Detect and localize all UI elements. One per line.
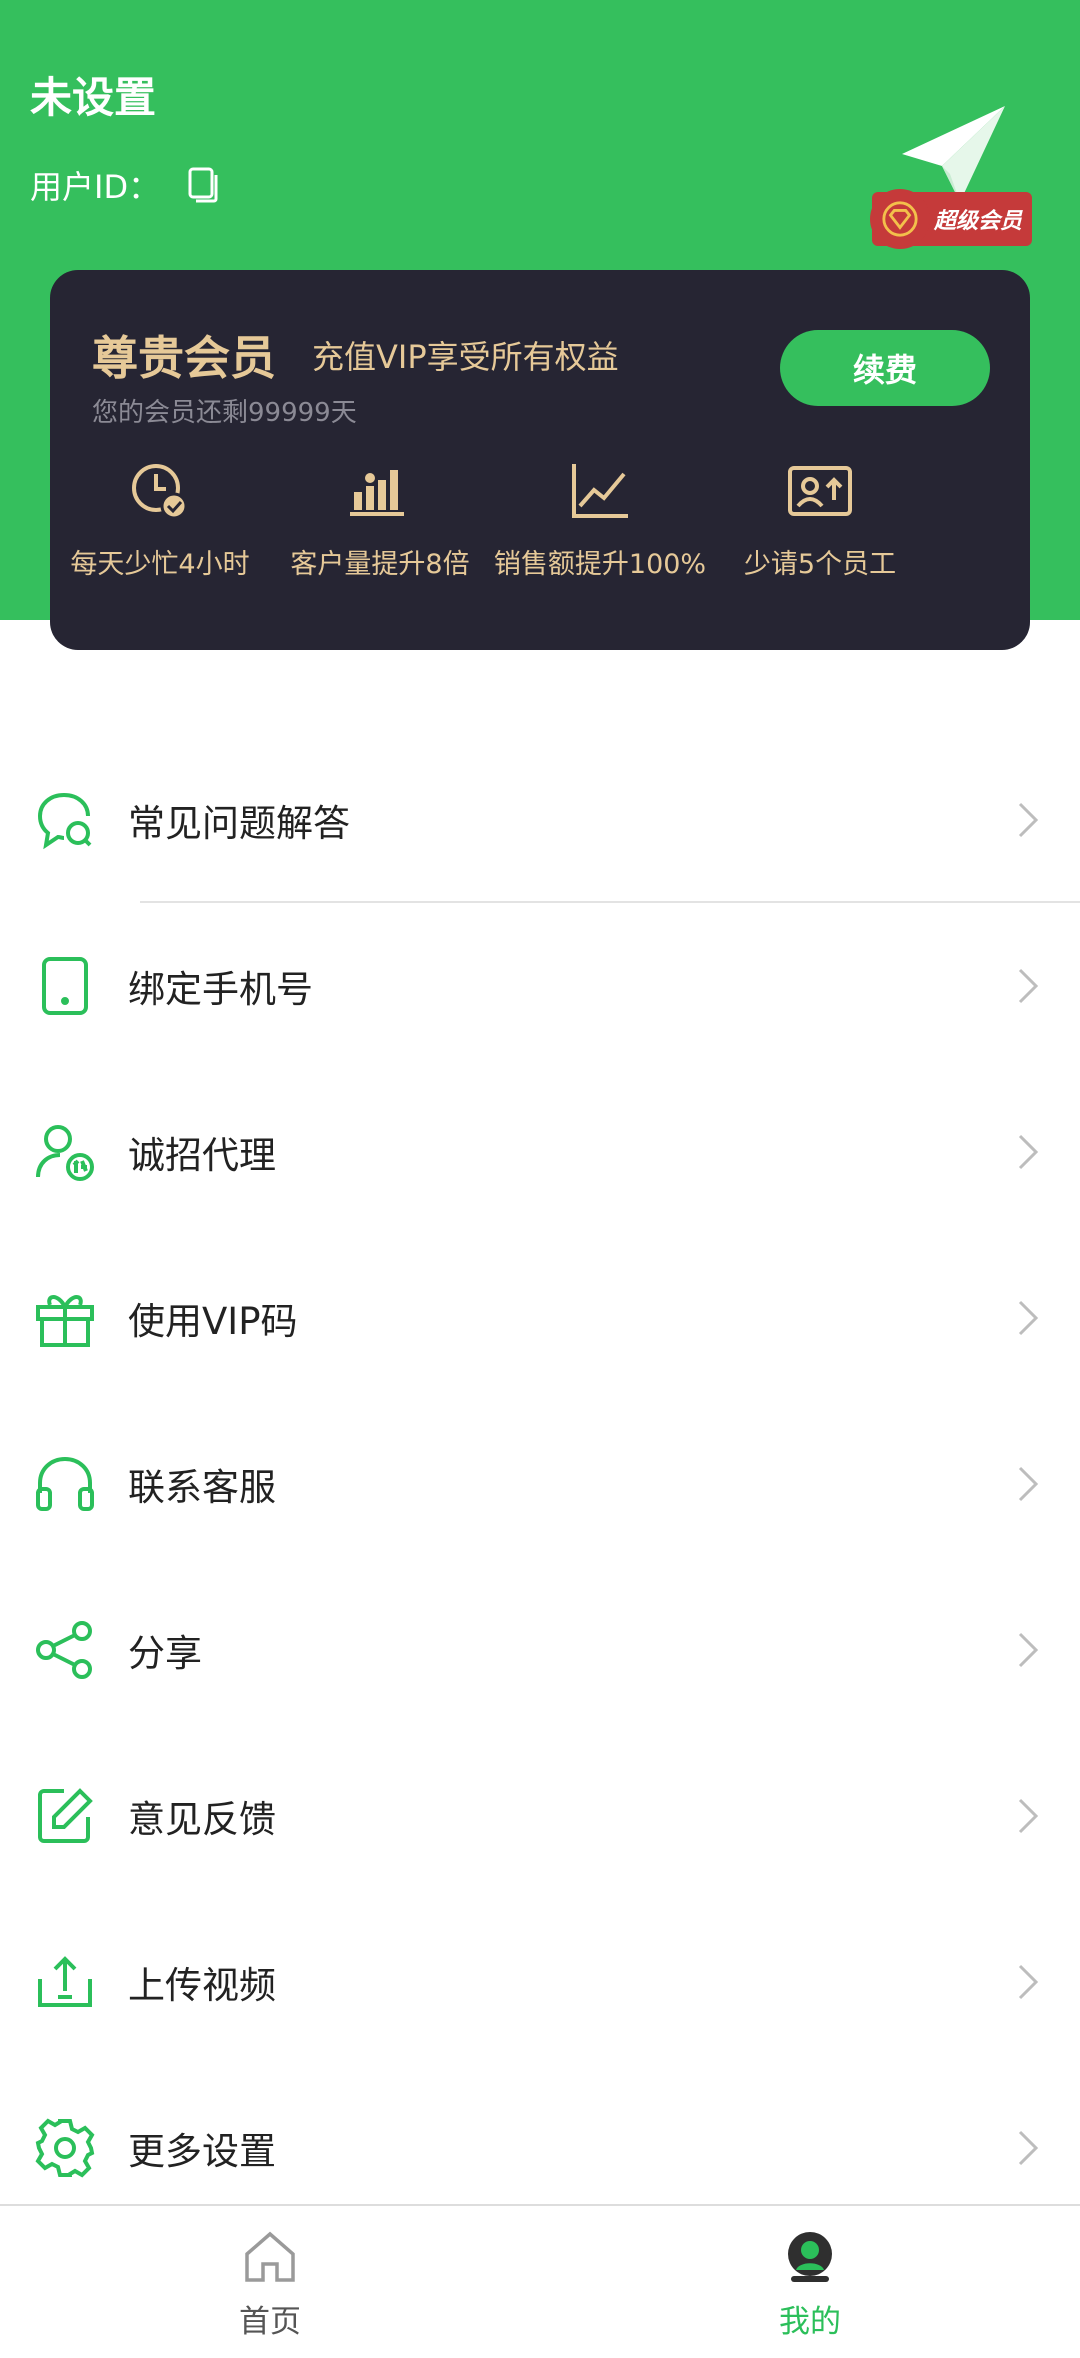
menu-item-vip-code[interactable]: 使用VIP码 (0, 1235, 1080, 1401)
phone-icon (42, 957, 88, 1015)
chevron-right-icon (1018, 1466, 1039, 1502)
gift-icon (36, 1295, 94, 1347)
chat-bubble-icon (37, 793, 92, 850)
chevron-right-icon (1018, 802, 1039, 838)
agent-user-icon (36, 1125, 94, 1181)
tab-mine[interactable]: 我的 (540, 2206, 1080, 2358)
gear-icon (35, 2118, 95, 2178)
benefit-label: 销售额提升100% (493, 549, 707, 580)
tab-home[interactable]: 首页 (0, 2206, 540, 2358)
chevron-right-icon (1018, 1632, 1039, 1668)
vip-card: 尊贵会员 充值VIP享受所有权益 您的会员还剩99999天 续费 每天少忙4小时… (50, 270, 1030, 650)
edit-icon (38, 1788, 93, 1843)
copy-icon[interactable] (184, 165, 224, 205)
menu-item-upload-video[interactable]: 上传视频 (0, 1899, 1080, 2065)
user-id-row: 用户ID： (30, 162, 224, 208)
diamond-icon (870, 189, 930, 249)
bar-chart-icon (350, 470, 404, 516)
vip-benefits: 每天少忙4小时 客户量提升8倍 销售额提升100% 少请5个员工 (50, 456, 1030, 581)
chevron-right-icon (1018, 1300, 1039, 1336)
menu-item-label: 常见问题解答 (128, 802, 350, 845)
benefit-item: 客户量提升8倍 (270, 456, 490, 581)
benefit-item: 每天少忙4小时 (50, 456, 270, 581)
bottom-tab-bar: 首页 我的 (0, 2204, 1080, 2358)
line-chart-icon (572, 464, 628, 518)
menu-item-feedback[interactable]: 意见反馈 (0, 1733, 1080, 1899)
chevron-right-icon (1018, 1964, 1039, 2000)
vip-remaining-days: 您的会员还剩99999天 (92, 398, 357, 428)
upload-icon (38, 1956, 92, 2007)
menu-item-label: 分享 (128, 1632, 202, 1675)
super-vip-badge: 超级会员 (870, 189, 1033, 249)
menu-item-label: 联系客服 (128, 1466, 276, 1509)
menu-item-label: 绑定手机号 (128, 968, 313, 1011)
menu-item-recruit-agent[interactable]: 诚招代理 (0, 1069, 1080, 1235)
id-card-icon (788, 466, 852, 516)
benefit-label: 每天少忙4小时 (70, 549, 250, 580)
user-name[interactable]: 未设置 (30, 64, 156, 125)
vip-description: 充值VIP享受所有权益 (312, 338, 619, 376)
benefit-label: 客户量提升8倍 (290, 549, 470, 580)
super-vip-badge-label: 超级会员 (934, 209, 1023, 234)
user-profile-icon (788, 2232, 832, 2282)
renew-button[interactable]: 续费 (780, 330, 990, 406)
headset-icon (36, 1456, 94, 1511)
clock-check-icon (132, 464, 188, 520)
benefit-item: 销售额提升100% (490, 456, 710, 581)
chevron-right-icon (1018, 1798, 1039, 1834)
benefit-label: 少请5个员工 (743, 549, 897, 580)
menu-item-label: 意见反馈 (128, 1798, 276, 1841)
settings-menu: 常见问题解答 绑定手机号 诚招代理 使用VIP码 联系客服 分享 意见反馈 上传… (0, 737, 1080, 2231)
paper-plane-icon (902, 106, 1005, 202)
chevron-right-icon (1018, 1134, 1039, 1170)
benefit-item: 少请5个员工 (710, 456, 930, 581)
user-id-label: 用户ID： (30, 168, 161, 206)
tab-mine-label: 我的 (779, 2304, 841, 2340)
menu-item-share[interactable]: 分享 (0, 1567, 1080, 1733)
home-icon (245, 2231, 295, 2282)
menu-item-label: 诚招代理 (128, 1134, 276, 1177)
tab-home-label: 首页 (239, 2304, 301, 2340)
chevron-right-icon (1018, 968, 1039, 1004)
vip-title: 尊贵会员 (92, 331, 276, 385)
menu-item-label: 使用VIP码 (128, 1300, 298, 1343)
menu-item-bind-phone[interactable]: 绑定手机号 (0, 903, 1080, 1069)
menu-item-customer-service[interactable]: 联系客服 (0, 1401, 1080, 1567)
menu-item-faq[interactable]: 常见问题解答 (0, 737, 1080, 903)
share-icon (36, 1621, 92, 1679)
chevron-right-icon (1018, 2130, 1039, 2166)
menu-item-label: 上传视频 (128, 1964, 276, 2007)
menu-item-label: 更多设置 (128, 2130, 276, 2173)
